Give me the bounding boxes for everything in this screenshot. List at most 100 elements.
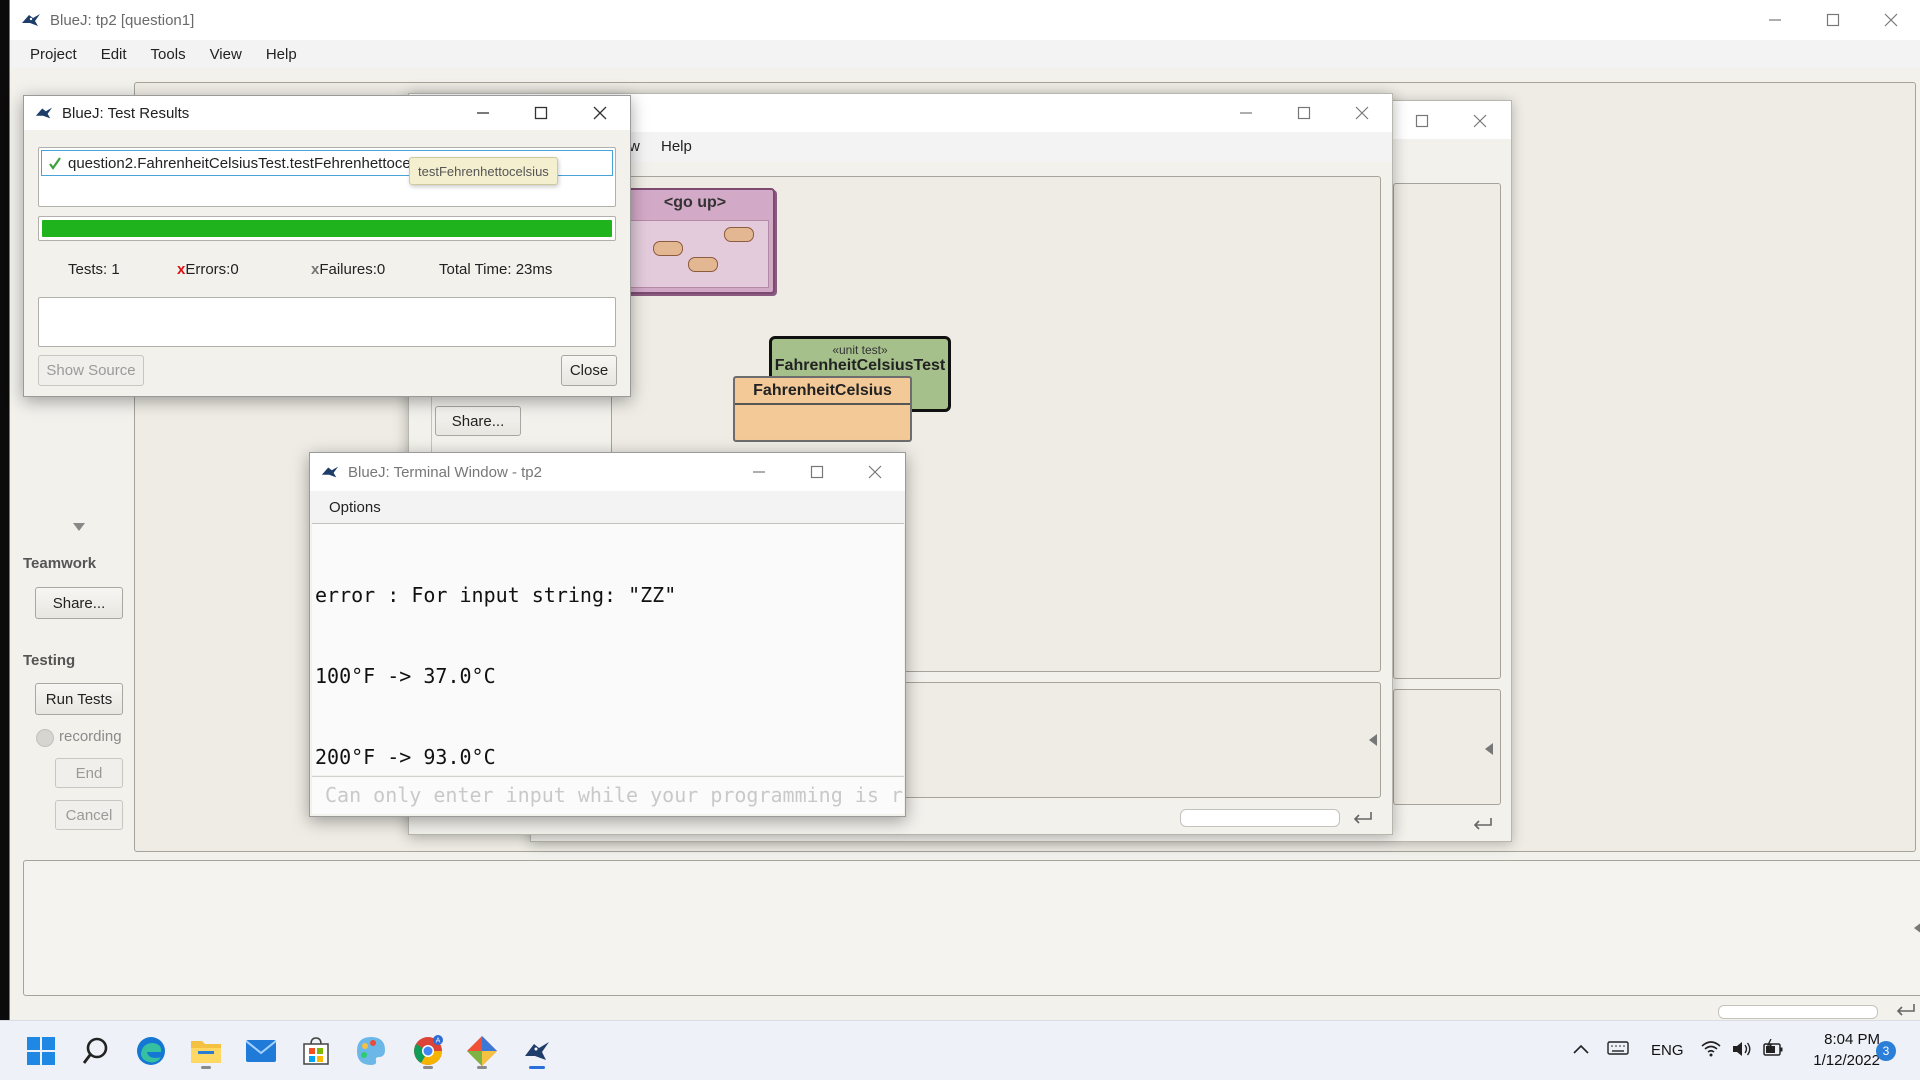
main-titlebar: BlueJ: tp2 [question1] bbox=[10, 0, 1920, 40]
test-name: question2.FahrenheitCelsiusTest.testFehr… bbox=[68, 154, 451, 172]
terminal-titlebar: BlueJ: Terminal Window - tp2 bbox=[310, 453, 905, 491]
chrome-icon: A bbox=[414, 1035, 443, 1065]
package-scrollbar[interactable] bbox=[1180, 809, 1340, 827]
minimize-icon[interactable] bbox=[752, 465, 766, 479]
minimize-icon[interactable] bbox=[476, 106, 490, 120]
git-button[interactable] bbox=[462, 1031, 502, 1071]
battery-icon[interactable] bbox=[1762, 1039, 1784, 1059]
search-icon bbox=[82, 1037, 108, 1064]
close-button[interactable] bbox=[1862, 0, 1920, 40]
teamwork-label: Teamwork bbox=[23, 555, 97, 572]
windows-taskbar: A ENG 8:04 PM 1/12/2022 3 bbox=[0, 1020, 1920, 1080]
edge-icon bbox=[137, 1037, 165, 1065]
main-menubar: Project Edit Tools View Help bbox=[10, 40, 1920, 68]
close-icon[interactable] bbox=[1355, 106, 1369, 120]
store-button[interactable] bbox=[296, 1031, 336, 1071]
test-results-title: BlueJ: Test Results bbox=[62, 104, 190, 122]
store-icon bbox=[303, 1037, 329, 1065]
menu-help[interactable]: Help bbox=[266, 46, 297, 63]
terminal-window: BlueJ: Terminal Window - tp2 Options err… bbox=[309, 452, 906, 817]
unit-test-stereotype: «unit test» bbox=[832, 343, 888, 357]
package-rear-codepad[interactable] bbox=[1393, 689, 1501, 805]
edge-button[interactable] bbox=[131, 1031, 171, 1071]
clock-time[interactable]: 8:04 PM bbox=[1800, 1031, 1880, 1048]
bluej-button[interactable] bbox=[517, 1031, 557, 1071]
menu-edit[interactable]: Edit bbox=[101, 46, 127, 63]
end-button[interactable]: End bbox=[55, 758, 123, 788]
git-icon bbox=[467, 1036, 497, 1066]
minimize-icon bbox=[1769, 19, 1781, 21]
mail-icon bbox=[245, 1040, 277, 1062]
failures-count: Failures:0 bbox=[319, 261, 386, 278]
expand-left-arrow-icon[interactable] bbox=[1368, 733, 1378, 747]
test-progress-bar bbox=[38, 216, 616, 241]
file-explorer-icon bbox=[191, 1041, 221, 1063]
terminal-output-line: 200°F -> 93.0°C bbox=[315, 745, 496, 769]
paint-icon bbox=[357, 1037, 385, 1065]
bottom-scrollbar[interactable] bbox=[1718, 1005, 1878, 1019]
package-share-button[interactable]: Share... bbox=[435, 406, 521, 436]
expand-left-arrow-icon[interactable] bbox=[1484, 742, 1494, 756]
maximize-icon[interactable] bbox=[1415, 114, 1429, 128]
maximize-icon[interactable] bbox=[534, 106, 548, 120]
language-indicator[interactable]: ENG bbox=[1651, 1042, 1684, 1059]
codepad-panel[interactable] bbox=[23, 860, 1920, 996]
paint-button[interactable] bbox=[351, 1031, 391, 1071]
expand-left-arrow-icon[interactable] bbox=[1913, 921, 1920, 935]
chevron-up-icon[interactable] bbox=[1572, 1043, 1590, 1055]
volume-icon[interactable] bbox=[1731, 1040, 1753, 1058]
bluej-bird-icon bbox=[22, 14, 40, 26]
maximize-button[interactable] bbox=[1804, 0, 1862, 40]
cancel-button[interactable]: Cancel bbox=[55, 800, 123, 830]
mail-button[interactable] bbox=[241, 1031, 281, 1071]
package-rear-canvas[interactable] bbox=[1393, 183, 1501, 679]
maximize-icon[interactable] bbox=[810, 465, 824, 479]
terminal-menubar: Options bbox=[310, 491, 905, 523]
total-time: Total Time: 23ms bbox=[439, 261, 553, 278]
terminal-output-line: 100°F -> 37.0°C bbox=[315, 664, 496, 688]
close-icon[interactable] bbox=[868, 465, 882, 479]
fahrenheit-celsius-class-box[interactable]: FahrenheitCelsius bbox=[733, 376, 912, 442]
menu-view[interactable]: View bbox=[210, 46, 242, 63]
notification-badge[interactable]: 3 bbox=[1876, 1041, 1896, 1061]
start-button[interactable] bbox=[21, 1031, 61, 1071]
chrome-button[interactable]: A bbox=[408, 1031, 448, 1071]
wrap-arrow-icon[interactable] bbox=[1471, 816, 1493, 832]
package-pill bbox=[724, 227, 754, 242]
class-name: FahrenheitCelsius bbox=[735, 378, 910, 405]
recording-checkbox[interactable] bbox=[36, 729, 54, 747]
close-icon[interactable] bbox=[1473, 114, 1487, 128]
menu-help[interactable]: Help bbox=[661, 138, 692, 155]
maximize-icon[interactable] bbox=[1297, 106, 1311, 120]
file-explorer-button[interactable] bbox=[186, 1031, 226, 1071]
package-pill bbox=[688, 257, 718, 272]
test-detail-area[interactable] bbox=[38, 297, 616, 347]
wrap-arrow-icon[interactable] bbox=[1894, 1002, 1916, 1018]
clock-date[interactable]: 1/12/2022 bbox=[1794, 1052, 1880, 1069]
keyboard-icon[interactable] bbox=[1607, 1040, 1629, 1056]
running-indicator bbox=[201, 1066, 211, 1069]
menu-project[interactable]: Project bbox=[30, 46, 77, 63]
failures-stat: xFailures:0 bbox=[311, 261, 385, 278]
minimize-icon[interactable] bbox=[1239, 106, 1253, 120]
unit-test-class-name: FahrenheitCelsiusTest bbox=[774, 357, 946, 374]
run-tests-button[interactable]: Run Tests bbox=[35, 683, 123, 715]
search-button[interactable] bbox=[76, 1031, 116, 1071]
terminal-output-line: error : For input string: "ZZ" bbox=[315, 583, 677, 607]
terminal-input[interactable]: Can only enter input while your programm… bbox=[312, 776, 904, 814]
go-up-package[interactable]: <go up> bbox=[615, 188, 775, 294]
close-icon[interactable] bbox=[593, 106, 607, 120]
close-button[interactable]: Close bbox=[561, 355, 617, 386]
menu-options[interactable]: Options bbox=[329, 499, 381, 516]
go-up-label: <go up> bbox=[663, 194, 727, 211]
wrap-arrow-icon[interactable] bbox=[1351, 810, 1373, 826]
errors-count: Errors:0 bbox=[185, 261, 239, 278]
minimize-button[interactable] bbox=[1746, 0, 1804, 40]
terminal-output[interactable]: error : For input string: "ZZ" 100°F -> … bbox=[312, 523, 904, 775]
menu-tools[interactable]: Tools bbox=[151, 46, 186, 63]
show-source-button[interactable]: Show Source bbox=[38, 355, 144, 386]
collapse-arrow-icon[interactable] bbox=[72, 522, 86, 532]
teamwork-share-button[interactable]: Share... bbox=[35, 587, 123, 619]
wifi-icon[interactable] bbox=[1701, 1040, 1721, 1058]
test-results-titlebar: BlueJ: Test Results bbox=[24, 96, 630, 130]
